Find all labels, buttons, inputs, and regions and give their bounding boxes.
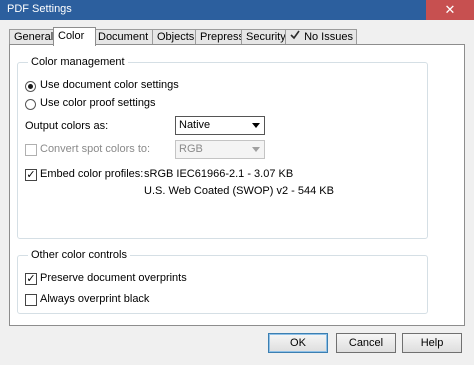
- other-color-controls-group: Other color controls ✓ Preserve document…: [17, 249, 428, 314]
- help-button[interactable]: Help: [402, 333, 462, 353]
- profile-item: U.S. Web Coated (SWOP) v2 - 544 KB: [144, 185, 334, 197]
- color-tab-panel: Color management Use document color sett…: [9, 44, 465, 326]
- tab-security[interactable]: Security: [241, 29, 291, 45]
- tab-label: No Issues: [304, 31, 353, 43]
- group-title: Color management: [28, 56, 128, 68]
- tab-color[interactable]: Color: [53, 27, 96, 46]
- tab-label: General: [14, 31, 54, 43]
- convert-spot-colors-select[interactable]: RGB: [175, 140, 265, 159]
- title-bar: PDF Settings ✕: [0, 0, 474, 20]
- color-management-group: Color management Use document color sett…: [17, 56, 428, 239]
- radio-indicator: [25, 99, 36, 110]
- profile-item: sRGB IEC61966-2.1 - 3.07 KB: [144, 168, 294, 180]
- cancel-button[interactable]: Cancel: [336, 333, 396, 353]
- checkbox-box: [25, 294, 37, 306]
- output-colors-select[interactable]: Native: [175, 116, 265, 135]
- tab-document[interactable]: Document: [93, 29, 156, 45]
- button-label: OK: [290, 337, 306, 349]
- select-value: Native: [179, 119, 211, 131]
- radio-indicator: [25, 81, 36, 92]
- checkbox-label: Preserve document overprints: [40, 272, 187, 284]
- close-icon: ✕: [444, 2, 456, 17]
- tab-label: Document: [98, 31, 149, 43]
- checkbox-box: ✓: [25, 273, 37, 285]
- output-colors-label: Output colors as:: [25, 120, 109, 132]
- checkbox-box: [25, 144, 37, 156]
- chevron-down-icon: [252, 123, 260, 128]
- ok-button[interactable]: OK: [268, 333, 328, 353]
- tab-label: Color: [58, 30, 85, 42]
- checkbox-label: Embed color profiles:: [40, 168, 144, 180]
- check-icon: [290, 30, 301, 45]
- check-icon: ✓: [26, 169, 36, 181]
- checkbox-label: Always overprint black: [40, 293, 150, 305]
- tab-label: Security: [246, 31, 286, 43]
- chevron-down-icon: [252, 147, 260, 152]
- checkbox-label: Convert spot colors to:: [40, 143, 151, 155]
- radio-label: Use color proof settings: [40, 97, 156, 109]
- tab-label: Objects: [157, 31, 195, 43]
- group-title: Other color controls: [28, 249, 130, 261]
- tab-no-issues[interactable]: No Issues: [285, 29, 357, 45]
- tab-general[interactable]: General: [9, 29, 56, 45]
- button-label: Help: [420, 337, 444, 349]
- select-value: RGB: [179, 143, 203, 155]
- check-icon: ✓: [26, 273, 36, 285]
- button-label: Cancel: [348, 337, 384, 349]
- radio-label: Use document color settings: [40, 79, 179, 91]
- checkbox-box: ✓: [25, 169, 37, 181]
- close-button[interactable]: ✕: [426, 0, 474, 20]
- window-title: PDF Settings: [7, 3, 72, 15]
- tab-label: Prepress: [200, 31, 245, 43]
